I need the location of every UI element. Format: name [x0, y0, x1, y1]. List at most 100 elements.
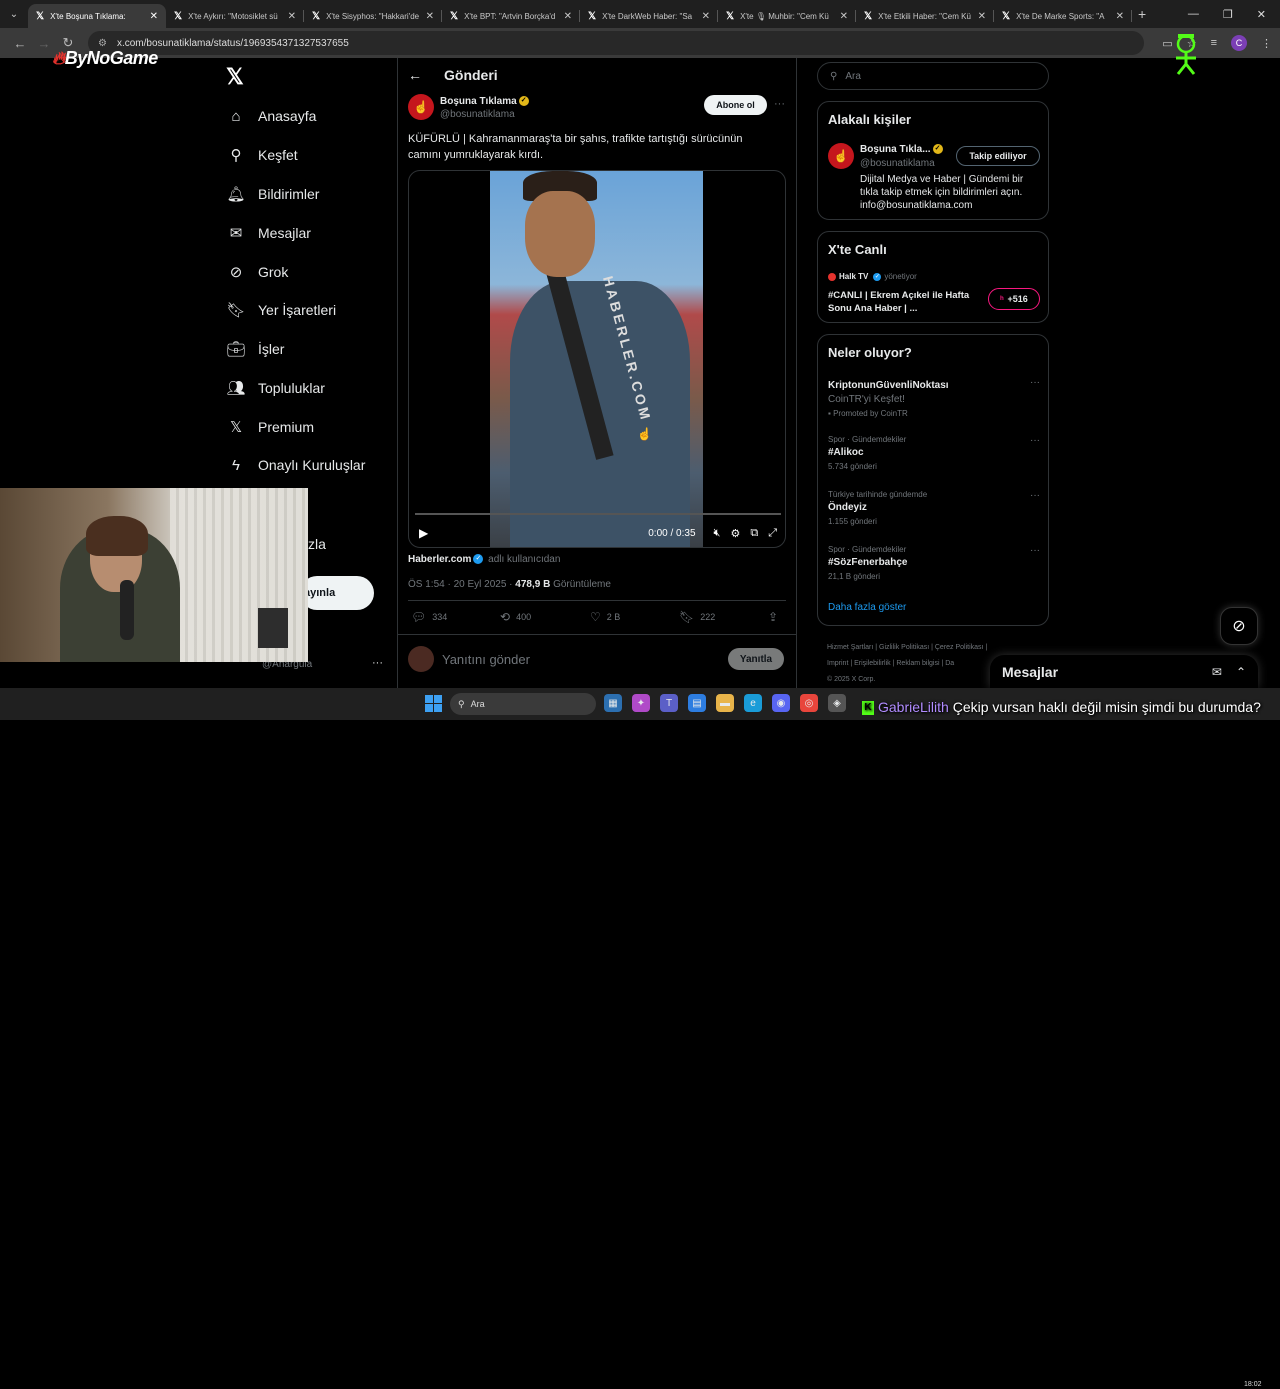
back-arrow-icon[interactable]: ← [408, 67, 432, 83]
close-window-button[interactable]: ✕ [1257, 8, 1266, 21]
nav-item-8[interactable]: 𝕏 Premium [226, 413, 314, 441]
tab-title: X'te De Marke Sports: "A [1016, 11, 1105, 21]
browser-tab[interactable]: 𝕏 X'te Aykırı: "Motosiklet sü ✕ [166, 4, 304, 28]
x-logo-icon[interactable]: 𝕏 [226, 64, 244, 90]
mute-icon[interactable]: 🔇︎ [714, 527, 721, 540]
nav-item-3[interactable]: ✉ Mesajlar [226, 219, 311, 247]
back-icon[interactable]: ← [8, 36, 32, 51]
edge-icon[interactable]: e [744, 694, 762, 712]
close-tab-icon[interactable]: ✕ [1116, 11, 1124, 22]
share-action[interactable]: ⇪ [768, 610, 778, 624]
minimize-button[interactable]: — [1188, 8, 1199, 21]
close-tab-icon[interactable]: ✕ [702, 11, 710, 22]
browser-menu-icon[interactable]: ⋮ [1261, 37, 1272, 50]
store-icon[interactable]: ▤ [688, 694, 706, 712]
reply-action[interactable]: 💬︎ 334 [411, 610, 447, 624]
following-button[interactable]: Takip ediliyor [956, 146, 1040, 166]
nav-item-1[interactable]: ⚲ Keşfet [226, 141, 298, 169]
expand-icon[interactable]: ⌃ [1236, 665, 1246, 679]
nav-item-2[interactable]: 🔔︎ Bildirimler [226, 180, 319, 208]
live-listeners-badge[interactable]: ʰ +516 [988, 288, 1040, 310]
trend-more-icon[interactable]: ··· [1030, 435, 1040, 446]
close-tab-icon[interactable]: ✕ [564, 11, 572, 22]
source-name[interactable]: Haberler.com [408, 554, 471, 565]
author-name-row[interactable]: Boşuna Tıklama ✓ [440, 96, 529, 107]
close-tab-icon[interactable]: ✕ [840, 11, 848, 22]
live-panel[interactable]: X'te Canlı Halk TV ✓ yönetiyor #CANLI | E… [817, 231, 1049, 323]
settings-icon[interactable]: ⚙ [730, 527, 740, 540]
views-label: Görüntüleme [550, 579, 611, 590]
post-more-icon[interactable]: ··· [774, 98, 785, 110]
bookmark-action[interactable]: 🔖︎ 222 [679, 610, 715, 624]
repost-action[interactable]: ⟲ 400 [500, 610, 531, 624]
media-icon[interactable]: ≡ [1211, 37, 1217, 49]
nav-item-6[interactable]: 💼︎ İşler [226, 335, 284, 363]
trend-item[interactable]: Spor · Gündemdekiler #Alikoc 5.734 gönderi… [828, 435, 1040, 471]
tab-search-button[interactable]: ⌄ [0, 0, 28, 28]
site-info-icon[interactable]: ⚙ [98, 38, 107, 49]
maximize-button[interactable]: ❐ [1223, 8, 1233, 21]
browser-tab[interactable]: 𝕏 X'te De Marke Sports: "A ✕ [994, 4, 1132, 28]
browser-tab[interactable]: 𝕏 X'te Boşuna Tıklama: ✕ [28, 4, 166, 28]
new-message-icon[interactable]: ✉ [1212, 665, 1222, 679]
pip-icon[interactable]: ⧉ [750, 527, 758, 540]
app-icon[interactable]: ◈ [828, 694, 846, 712]
messages-drawer[interactable]: Mesajlar ✉ ⌃ [990, 655, 1258, 688]
nav-item-4[interactable]: ⊘ Grok [226, 258, 289, 286]
related-name-row[interactable]: Boşuna Tıkla... ✓ [860, 144, 943, 155]
taskbar-search[interactable]: ⚲ Ara [450, 693, 596, 715]
trend-item[interactable]: Türkiye tarihinde gündemde Öndeyiz 1.155 g… [828, 490, 1040, 526]
video-progress-bar[interactable] [415, 513, 781, 515]
close-tab-icon[interactable]: ✕ [288, 11, 296, 22]
reply-input[interactable]: Yanıtını gönder [442, 652, 530, 667]
copilot-icon[interactable]: ✦ [632, 694, 650, 712]
trend-category: Türkiye tarihinde gündemde [828, 490, 928, 499]
browser-tab[interactable]: 𝕏 X'te 🎙 Muhbir: "Cem Kü ✕ [718, 4, 856, 28]
fullscreen-icon[interactable]: ⤢ [768, 527, 777, 540]
related-handle[interactable]: @bosunatiklama [860, 158, 935, 169]
nav-item-label: Keşfet [258, 147, 298, 163]
show-more-link[interactable]: Daha fazla göster [828, 602, 906, 613]
post-button[interactable]: ayınla [300, 576, 374, 610]
video-player[interactable]: HABERLER.COM ☝ ▶ 0:00 / 0:35 🔇︎ ⚙ ⧉ ⤢ [408, 170, 786, 548]
search-icon: ⚲ [230, 147, 242, 164]
browser-tab[interactable]: 𝕏 X'te BPT: "Artvin Borçka'd ✕ [442, 4, 580, 28]
nav-item-0[interactable]: ⌂ Anasayfa [226, 102, 316, 130]
subscribe-button[interactable]: Abone ol [704, 95, 767, 115]
new-tab-button[interactable]: + [1138, 6, 1158, 22]
explorer-icon[interactable]: ▬ [716, 694, 734, 712]
reply-button[interactable]: Yanıtla [728, 648, 784, 670]
chrome-icon[interactable]: ◎ [800, 694, 818, 712]
related-avatar[interactable]: ☝ [828, 143, 854, 169]
nav-item-7[interactable]: 👥︎ Topluluklar [226, 374, 324, 402]
browser-tab[interactable]: 𝕏 X'te Etkili Haber: "Cem Kü ✕ [856, 4, 994, 28]
trend-item[interactable]: Spor · Gündemdekiler #SözFenerbahçe 21,1 B… [828, 545, 1040, 581]
browser-tab[interactable]: 𝕏 X'te Sisyphos: "Hakkari'de ✕ [304, 4, 442, 28]
close-tab-icon[interactable]: ✕ [150, 11, 158, 22]
footer-line-1[interactable]: Hizmet Şartları | Gizlilik Politikası | … [827, 640, 1027, 656]
trend-more-icon[interactable]: ··· [1030, 377, 1040, 388]
grok-button[interactable]: ⊘ [1220, 607, 1258, 645]
close-tab-icon[interactable]: ✕ [426, 11, 434, 22]
like-action[interactable]: ♡ 2 B [590, 610, 620, 624]
author-avatar[interactable]: ☝ [408, 94, 434, 120]
play-icon[interactable]: ▶ [419, 526, 428, 540]
video-person-face [525, 191, 595, 277]
browser-tab[interactable]: 𝕏 X'te DarkWeb Haber: "Sa ✕ [580, 4, 718, 28]
task-view-icon[interactable]: ▦ [604, 694, 622, 712]
close-tab-icon[interactable]: ✕ [978, 11, 986, 22]
search-input[interactable]: ⚲ Ara [817, 62, 1049, 90]
address-bar[interactable]: ⚙ x.com/bosunatiklama/status/19693543713… [88, 31, 1144, 55]
author-handle[interactable]: @bosunatiklama [440, 109, 515, 120]
nav-item-9[interactable]: ϟ Onaylı Kuruluşlar [226, 451, 365, 479]
trend-item[interactable]: KriptonunGüvenliNoktası CoinTR'yi Keşfet!… [828, 377, 1040, 418]
post-timestamp[interactable]: ÖS 1:54 · 20 Eyl 2025 · [408, 579, 515, 590]
discord-icon[interactable]: ◉ [772, 694, 790, 712]
account-more-icon[interactable]: ··· [372, 657, 383, 669]
profile-avatar[interactable]: C [1231, 35, 1247, 51]
windows-start-icon[interactable] [425, 695, 442, 712]
trend-more-icon[interactable]: ··· [1030, 545, 1040, 556]
nav-item-5[interactable]: 🔖︎ Yer İşaretleri [226, 296, 336, 324]
teams-icon[interactable]: T [660, 694, 678, 712]
trend-more-icon[interactable]: ··· [1030, 490, 1040, 501]
